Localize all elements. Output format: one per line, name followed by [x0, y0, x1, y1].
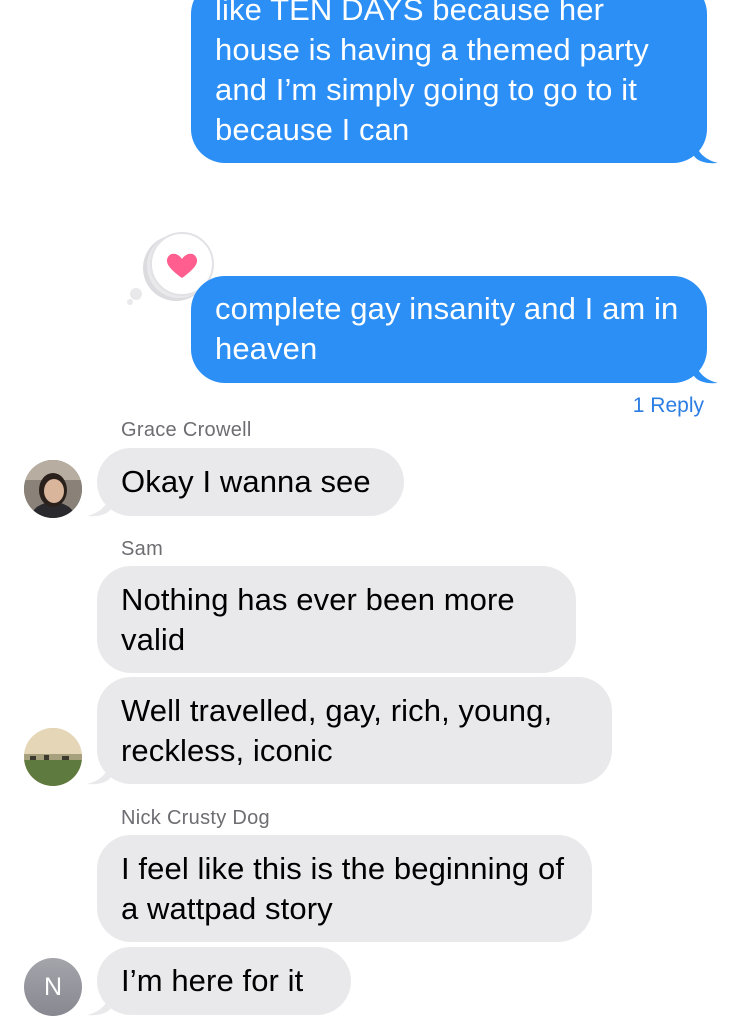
incoming-message-bubble[interactable]: Nothing has ever been more valid [97, 566, 576, 673]
sender-name: Grace Crowell [121, 419, 252, 441]
incoming-message-bubble[interactable]: Well travelled, gay, rich, young, reckle… [97, 677, 612, 784]
incoming-message-bubble[interactable]: I’m here for it [97, 947, 351, 1015]
message-text: I’m here for it [121, 963, 304, 998]
message-text: Nothing has ever been more valid [121, 582, 515, 657]
message-text: like TEN DAYS because her house is havin… [215, 0, 649, 147]
outgoing-message-bubble[interactable]: like TEN DAYS because her house is havin… [191, 0, 707, 163]
replies-link[interactable]: 1 Reply [633, 394, 704, 418]
bubble-tail [694, 360, 718, 384]
avatar-photo [24, 728, 82, 786]
incoming-message-bubble[interactable]: I feel like this is the beginning of a w… [97, 835, 592, 942]
bubble-tail [694, 140, 718, 164]
outgoing-message-bubble[interactable]: complete gay insanity and I am in heaven [191, 276, 707, 383]
avatar[interactable] [24, 728, 82, 786]
sender-name: Nick Crusty Dog [121, 807, 270, 829]
avatar-photo [24, 460, 82, 518]
bubble-tail [87, 493, 111, 517]
message-text: Okay I wanna see [121, 464, 371, 499]
sender-name: Sam [121, 538, 164, 560]
avatar[interactable] [24, 460, 82, 518]
avatar-initial: N [43, 972, 63, 1001]
message-text: complete gay insanity and I am in heaven [215, 291, 679, 366]
bubble-tail [87, 761, 111, 785]
incoming-message-bubble[interactable]: Okay I wanna see [97, 448, 404, 516]
avatar[interactable]: N [24, 958, 82, 1016]
message-text: Well travelled, gay, rich, young, reckle… [121, 693, 553, 768]
message-text: I feel like this is the beginning of a w… [121, 851, 565, 926]
bubble-tail [87, 992, 111, 1016]
